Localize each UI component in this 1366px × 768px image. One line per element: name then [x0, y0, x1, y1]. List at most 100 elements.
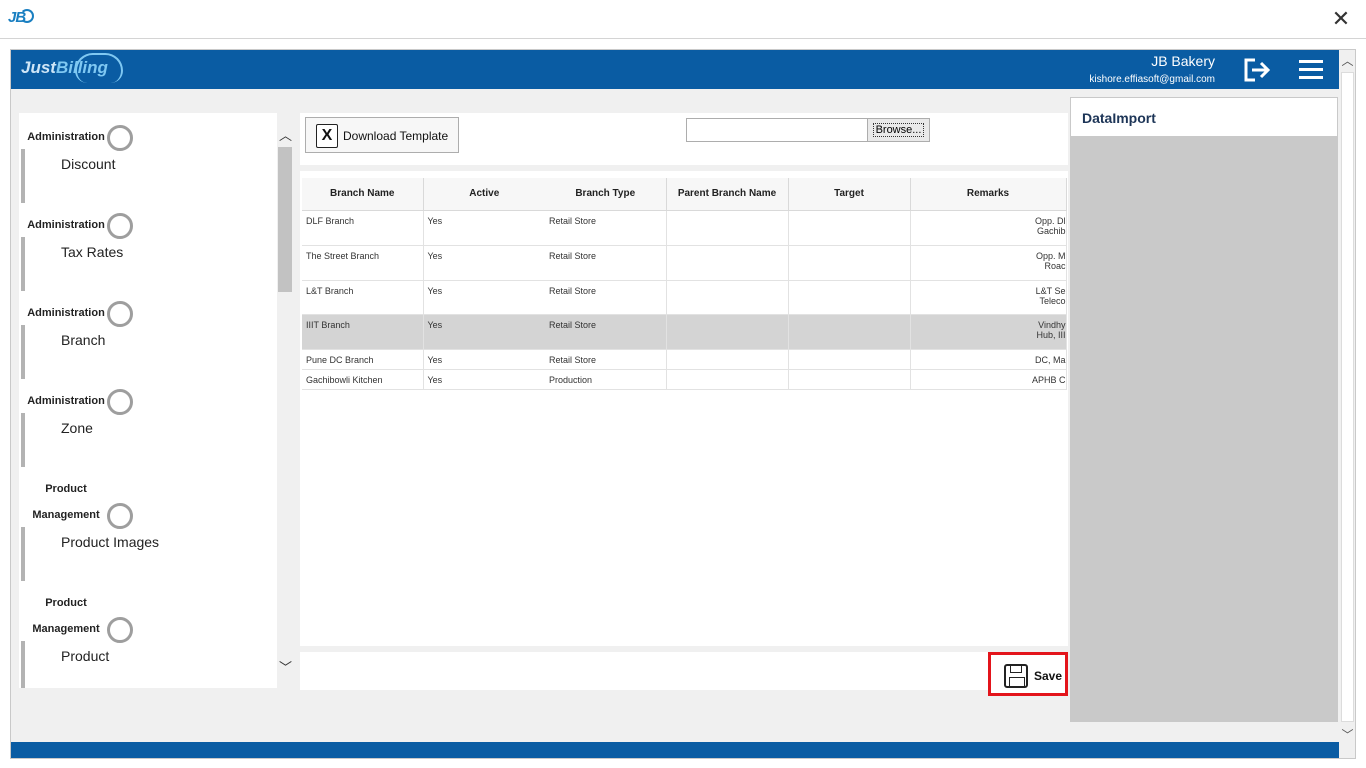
chevron-up-icon[interactable]: ︿	[1339, 52, 1355, 69]
close-icon[interactable]: ✕	[1328, 6, 1354, 32]
cell-active: Yes	[423, 369, 545, 390]
sidebar-item-head: Administration	[27, 219, 105, 231]
sidebar-item-tax-rates[interactable]: Administration Tax Rates	[19, 207, 277, 295]
cell-active: Yes	[423, 210, 545, 246]
cell-remarks: APHB C	[910, 369, 1067, 390]
col-parent-branch[interactable]: Parent Branch Name	[666, 178, 789, 211]
window-titlebar: JB ✕	[0, 0, 1366, 39]
sidebar-item-label: Discount	[61, 156, 116, 172]
table-row[interactable]: Pune DC Branch Yes Retail Store DC, Ma	[302, 349, 1067, 370]
cell-branch-type: Retail Store	[545, 314, 667, 350]
sidebar-item-head-2: Management	[32, 509, 100, 521]
cell-active: Yes	[423, 245, 545, 281]
page-scroll-thumb[interactable]	[1341, 72, 1354, 722]
sidebar-scrollbar[interactable]: ︿ ﹀	[277, 113, 294, 688]
brand-cloud-icon	[75, 53, 123, 83]
sidebar-item-head-1: Product	[45, 597, 87, 609]
footer-bar	[11, 742, 1339, 758]
file-path-input[interactable]	[686, 118, 868, 142]
table-row-selected[interactable]: IIIT Branch Yes Retail Store Vindhy Hub, …	[302, 314, 1067, 350]
chevron-down-icon[interactable]: ﹀	[277, 657, 294, 676]
sidebar-item-branch[interactable]: Administration Branch	[19, 295, 277, 383]
step-circle-icon	[107, 503, 133, 529]
cell-parent	[666, 349, 789, 370]
cell-parent	[666, 210, 789, 246]
sidebar-item-label: Product	[61, 648, 110, 664]
cell-branch-type: Retail Store	[545, 349, 667, 370]
cell-remarks: DC, Ma	[910, 349, 1067, 370]
cell-target	[788, 349, 911, 370]
col-branch-type[interactable]: Branch Type	[545, 178, 667, 211]
data-import-panel: DataImport	[1070, 97, 1338, 722]
floppy-save-icon	[1004, 664, 1028, 688]
col-target[interactable]: Target	[788, 178, 911, 211]
cell-branch-name: DLF Branch	[302, 210, 424, 246]
sidebar-item-head-2: Management	[32, 623, 100, 635]
table-row[interactable]: Gachibowli Kitchen Yes Production APHB C	[302, 369, 1067, 390]
cell-remarks: Vindhy Hub, III	[910, 314, 1067, 350]
step-circle-icon	[107, 213, 133, 239]
cell-parent	[666, 245, 789, 281]
sidebar-item-label: Zone	[61, 420, 93, 436]
cell-branch-name: Gachibowli Kitchen	[302, 369, 424, 390]
app-header: JustBilling JB Bakery kishore.effiasoft@…	[11, 50, 1339, 89]
cell-branch-type: Retail Store	[545, 245, 667, 281]
excel-icon: X	[316, 124, 338, 148]
cell-remarks: Opp. M Roac	[910, 245, 1067, 281]
step-circle-icon	[107, 617, 133, 643]
cell-branch-name: Pune DC Branch	[302, 349, 424, 370]
import-grid-area: Branch Name Active Branch Type Parent Br…	[300, 171, 1068, 646]
sidebar-scroll-thumb[interactable]	[278, 147, 292, 292]
cell-parent	[666, 314, 789, 350]
cell-active: Yes	[423, 280, 545, 315]
table-row[interactable]: L&T Branch Yes Retail Store L&T Se Teleco	[302, 280, 1067, 315]
cell-target	[788, 245, 911, 281]
sidebar: Administration Discount Administration T…	[19, 113, 277, 688]
sidebar-item-discount[interactable]: Administration Discount	[19, 119, 277, 207]
cell-branch-type: Retail Store	[545, 210, 667, 246]
sidebar-item-zone[interactable]: Administration Zone	[19, 383, 277, 471]
sidebar-item-head: Administration	[27, 131, 105, 143]
sidebar-item-head: Administration	[27, 307, 105, 319]
app-logo-icon: JB	[8, 9, 34, 31]
cell-branch-name: The Street Branch	[302, 245, 424, 281]
cell-remarks: Opp. Dl Gachib	[910, 210, 1067, 246]
cell-target	[788, 280, 911, 315]
table-row[interactable]: The Street Branch Yes Retail Store Opp. …	[302, 245, 1067, 281]
table-row[interactable]: DLF Branch Yes Retail Store Opp. Dl Gachi…	[302, 210, 1067, 246]
cell-target	[788, 314, 911, 350]
save-button[interactable]: Save	[988, 652, 1068, 696]
browse-button[interactable]: Browse...	[867, 118, 930, 142]
cell-branch-type: Production	[545, 369, 667, 390]
brand-text-1: Just	[21, 58, 56, 77]
col-active[interactable]: Active	[423, 178, 545, 211]
cell-remarks: L&T Se Teleco	[910, 280, 1067, 315]
download-template-button[interactable]: X Download Template	[305, 117, 459, 153]
cell-parent	[666, 280, 789, 315]
page-scrollbar[interactable]: ︿ ﹀	[1339, 50, 1355, 758]
hamburger-menu-icon[interactable]	[1299, 60, 1323, 80]
app-frame: JustBilling JB Bakery kishore.effiasoft@…	[10, 49, 1356, 759]
sidebar-item-product-images[interactable]: Product Management Product Images	[19, 471, 277, 585]
sidebar-item-head: Administration	[27, 395, 105, 407]
cell-active: Yes	[423, 314, 545, 350]
sidebar-item-product[interactable]: Product Management Product	[19, 585, 277, 688]
import-toolbar: X Download Template Browse...	[300, 113, 1068, 165]
sidebar-item-head-1: Product	[45, 483, 87, 495]
sidebar-item-label: Tax Rates	[61, 244, 124, 260]
sidebar-item-label: Branch	[61, 332, 106, 348]
chevron-down-icon[interactable]: ﹀	[1339, 726, 1355, 743]
cell-target	[788, 210, 911, 246]
chevron-up-icon[interactable]: ︿	[277, 125, 294, 144]
step-circle-icon	[107, 125, 133, 151]
col-branch-name[interactable]: Branch Name	[302, 178, 424, 211]
col-remarks[interactable]: Remarks	[910, 178, 1067, 211]
cell-target	[788, 369, 911, 390]
download-template-label: Download Template	[343, 129, 449, 143]
cell-branch-name: L&T Branch	[302, 280, 424, 315]
cell-branch-name: IIIT Branch	[302, 314, 424, 350]
sidebar-item-label: Product Images	[61, 534, 160, 550]
cell-parent	[666, 369, 789, 390]
company-name: JB Bakery	[1151, 53, 1215, 69]
logout-icon[interactable]	[1243, 57, 1271, 83]
